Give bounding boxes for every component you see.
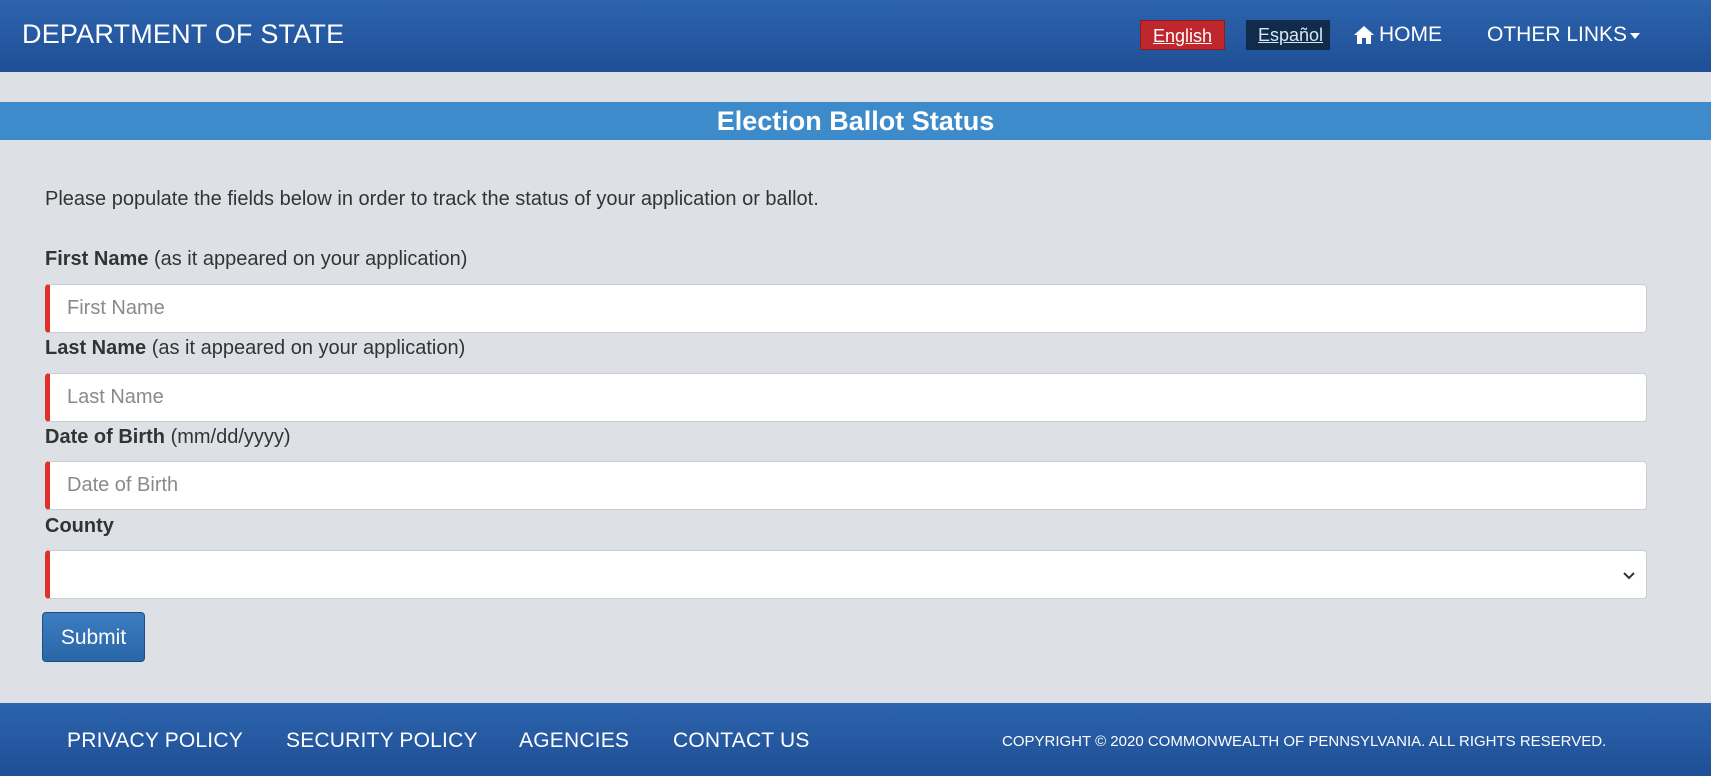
- last-name-label-text: Last Name: [45, 337, 147, 359]
- dob-hint: (mm/dd/yyyy): [170, 426, 291, 448]
- submit-button[interactable]: Submit: [42, 612, 145, 662]
- page-title: Election Ballot Status: [0, 102, 1711, 140]
- county-select-wrapper: [45, 550, 1647, 599]
- home-link-label: HOME: [1379, 23, 1442, 46]
- first-name-hint: (as it appeared on your application): [153, 248, 468, 270]
- privacy-policy-link[interactable]: PRIVACY POLICY: [67, 729, 243, 753]
- last-name-hint: (as it appeared on your application): [151, 337, 466, 359]
- agencies-link[interactable]: AGENCIES: [519, 729, 629, 753]
- site-brand[interactable]: DEPARTMENT OF STATE: [22, 19, 344, 50]
- county-label-text: County: [45, 515, 114, 537]
- dob-label: Date of Birth (mm/dd/yyyy): [45, 426, 291, 449]
- first-name-label-text: First Name: [45, 248, 149, 270]
- contact-us-link[interactable]: CONTACT US: [673, 729, 810, 753]
- page: DEPARTMENT OF STATE English Español HOME…: [0, 0, 1711, 776]
- home-icon: [1354, 26, 1374, 44]
- last-name-input[interactable]: [45, 373, 1647, 422]
- footer: PRIVACY POLICY SECURITY POLICY AGENCIES …: [0, 703, 1711, 776]
- top-navbar: DEPARTMENT OF STATE English Español HOME…: [0, 0, 1711, 72]
- form-intro-text: Please populate the fields below in orde…: [45, 188, 819, 210]
- first-name-input[interactable]: [45, 284, 1647, 333]
- home-link[interactable]: HOME: [1353, 20, 1442, 50]
- security-policy-link[interactable]: SECURITY POLICY: [286, 729, 478, 753]
- other-links-label: OTHER LINKS: [1487, 23, 1628, 46]
- english-language-button[interactable]: English: [1140, 20, 1225, 50]
- county-label: County: [45, 515, 114, 538]
- caret-down-icon: [1630, 33, 1641, 39]
- other-links-dropdown[interactable]: OTHER LINKS: [1487, 20, 1641, 50]
- last-name-label: Last Name (as it appeared on your applic…: [45, 337, 465, 360]
- dob-label-text: Date of Birth: [45, 426, 165, 448]
- chevron-down-icon: [1623, 572, 1635, 580]
- dob-input[interactable]: [45, 461, 1647, 510]
- county-select[interactable]: [45, 550, 1647, 599]
- copyright-text: COPYRIGHT © 2020 COMMONWEALTH OF PENNSYL…: [1002, 733, 1607, 750]
- spanish-language-button[interactable]: Español: [1246, 20, 1330, 50]
- first-name-label: First Name (as it appeared on your appli…: [45, 248, 467, 271]
